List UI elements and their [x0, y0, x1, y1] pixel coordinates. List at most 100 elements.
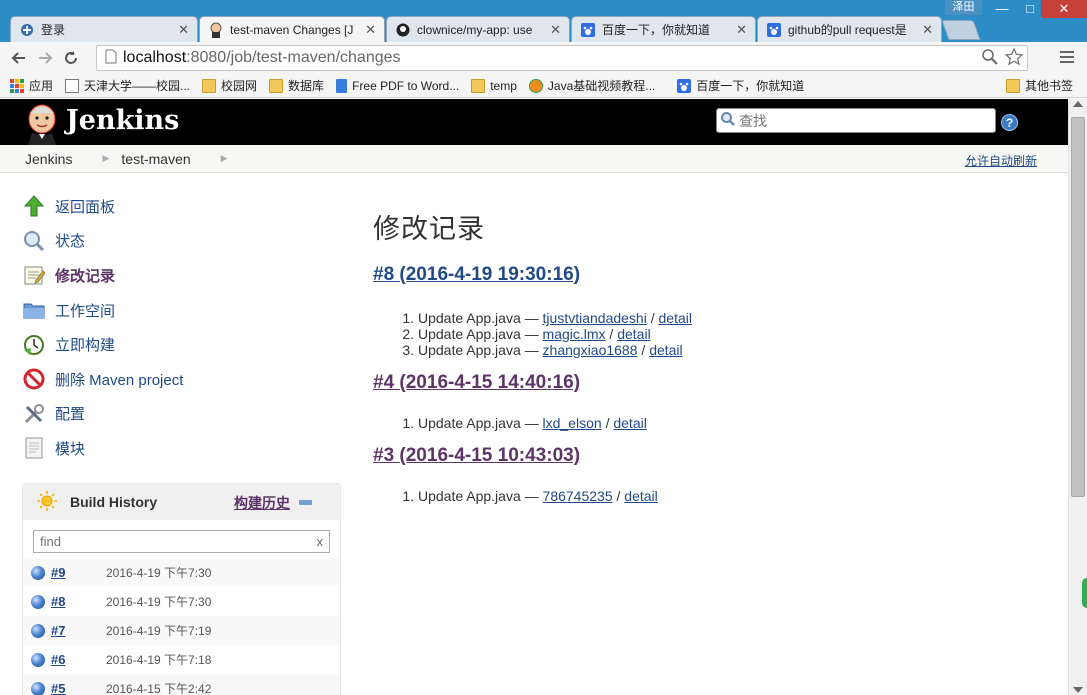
blue-ball-status-icon[interactable]: [31, 681, 45, 695]
bookmark-other[interactable]: 其他书签: [1000, 77, 1079, 94]
jenkins-title[interactable]: Jenkins: [66, 105, 179, 136]
scrollbar-thumb[interactable]: [1071, 117, 1085, 497]
change-list: Update App.java — lxd_elson / detail: [418, 415, 1053, 431]
back-arrow-icon[interactable]: [6, 45, 32, 71]
bookmark-apps[interactable]: 应用: [0, 77, 59, 94]
change-item: Update App.java — 786745235 / detail: [418, 488, 1053, 504]
reload-icon[interactable]: [58, 45, 84, 71]
bookmark-star-icon[interactable]: [1004, 47, 1024, 69]
tab-title: 百度一下，你就知道: [602, 23, 711, 37]
page-viewport: Jenkins ? Jenkins ▶ test-maven ▶ 允许自动刷新 …: [0, 99, 1068, 695]
changeset-build-link[interactable]: #8 (2016-4-19 19:30:16): [373, 264, 1053, 286]
build-date: 2016-4-19 下午7:30: [106, 566, 212, 580]
build-history-panel: Build History 构建历史 x #9 2016-4-19 下午7:30…: [22, 483, 341, 695]
task-changes[interactable]: 修改记录: [22, 258, 342, 293]
chrome-menu-icon[interactable]: [1056, 46, 1078, 68]
tab-close-icon[interactable]: ✕: [550, 22, 561, 38]
search-box[interactable]: [716, 108, 996, 133]
weather-sunny-icon: [37, 490, 57, 514]
build-filter-input[interactable]: [40, 534, 300, 549]
changeset: #3 (2016-4-15 10:43:03) Update App.java …: [373, 445, 1053, 504]
page-info-icon[interactable]: [105, 49, 117, 67]
tab-close-icon[interactable]: ✕: [365, 22, 376, 38]
window-close-button[interactable]: ✕: [1041, 0, 1087, 18]
search-input[interactable]: [739, 112, 979, 129]
bookmark-temp[interactable]: temp: [465, 78, 523, 93]
tab-close-icon[interactable]: ✕: [736, 22, 747, 38]
changeset-build-link[interactable]: #4 (2016-4-15 14:40:16): [373, 372, 1053, 394]
detail-link[interactable]: detail: [613, 415, 646, 431]
folder-icon: [1006, 78, 1020, 93]
scroll-up-arrow-icon[interactable]: [1073, 101, 1083, 107]
tab-close-icon[interactable]: ✕: [178, 22, 189, 38]
task-modules[interactable]: 模块: [22, 431, 342, 466]
new-tab-button[interactable]: [941, 20, 981, 40]
bookmark-tju[interactable]: 天津大学——校园...: [59, 77, 196, 94]
breadcrumb-jenkins[interactable]: Jenkins: [0, 151, 72, 167]
profile-badge[interactable]: 泽田: [945, 0, 982, 15]
build-date: 2016-4-15 下午2:42: [106, 682, 212, 695]
clock-build-icon: [22, 333, 46, 357]
blue-ball-status-icon[interactable]: [31, 652, 45, 667]
github-icon: [395, 22, 411, 38]
forward-arrow-icon[interactable]: [32, 45, 58, 71]
task-delete-project[interactable]: 删除 Maven project: [22, 362, 342, 397]
author-link[interactable]: lxd_elson: [543, 415, 602, 431]
task-build-now[interactable]: 立即构建: [22, 327, 342, 362]
build-trend-link[interactable]: 构建历史: [234, 493, 290, 513]
changeset-build-link[interactable]: #3 (2016-4-15 10:43:03): [373, 445, 1053, 467]
tab-test-maven-changes[interactable]: test-maven Changes [J ✕: [199, 16, 385, 43]
task-workspace[interactable]: 工作空间: [22, 293, 342, 328]
tab-login[interactable]: 登录 ✕: [10, 16, 198, 42]
build-link[interactable]: #8: [51, 594, 106, 609]
author-link[interactable]: tjustvtiandadeshi: [543, 310, 647, 326]
bookmark-database[interactable]: 数据库: [263, 77, 330, 94]
jenkins-butler-icon[interactable]: [24, 103, 64, 145]
bookmark-java-video[interactable]: Java基础视频教程...: [523, 77, 661, 94]
breadcrumb-separator-icon[interactable]: ▶: [102, 153, 109, 164]
build-link[interactable]: #9: [51, 565, 106, 580]
detail-link[interactable]: detail: [649, 342, 682, 358]
build-link[interactable]: #5: [51, 681, 106, 695]
breadcrumb-test-maven[interactable]: test-maven: [109, 151, 190, 167]
changeset: #8 (2016-4-19 19:30:16) Update App.java …: [373, 264, 1053, 358]
detail-link[interactable]: detail: [624, 488, 657, 504]
docs-icon: [336, 78, 348, 93]
tab-baidu[interactable]: 百度一下，你就知道 ✕: [571, 16, 756, 42]
scroll-down-arrow-icon[interactable]: [1073, 687, 1083, 693]
build-link[interactable]: #6: [51, 652, 106, 667]
author-link[interactable]: magic.lmx: [543, 326, 606, 342]
blue-ball-status-icon[interactable]: [31, 623, 45, 638]
enable-autorefresh-link[interactable]: 允许自动刷新: [965, 152, 1037, 169]
build-history-header: Build History 构建历史: [23, 484, 340, 520]
detail-link[interactable]: detail: [659, 310, 692, 326]
bookmark-pdf-to-word[interactable]: Free PDF to Word...: [330, 78, 465, 93]
author-link[interactable]: 786745235: [543, 488, 613, 504]
bookmark-campus-net[interactable]: 校园网: [196, 77, 263, 94]
baidu-paw-icon: [580, 22, 596, 38]
blue-ball-status-icon[interactable]: [31, 565, 45, 580]
breadcrumb-separator-icon[interactable]: ▶: [221, 153, 228, 164]
task-status[interactable]: 状态: [22, 224, 342, 259]
build-link[interactable]: #7: [51, 623, 106, 638]
help-icon[interactable]: ?: [1001, 114, 1018, 131]
blue-ball-status-icon[interactable]: [31, 594, 45, 609]
build-filter-box[interactable]: x: [33, 530, 330, 553]
tab-close-icon[interactable]: ✕: [922, 22, 933, 38]
side-widget-tab[interactable]: [1082, 578, 1087, 608]
build-date: 2016-4-19 下午7:18: [106, 653, 212, 667]
detail-link[interactable]: detail: [617, 326, 650, 342]
tab-baidu-search[interactable]: github的pull request是 ✕: [757, 16, 942, 42]
author-link[interactable]: zhangxiao1688: [543, 342, 638, 358]
zoom-icon[interactable]: [981, 48, 999, 69]
folder-icon: [471, 78, 486, 93]
address-bar[interactable]: localhost:8080/job/test-maven/changes: [96, 45, 1028, 71]
collapse-icon[interactable]: [299, 500, 312, 505]
clear-filter-icon[interactable]: x: [317, 534, 324, 549]
task-back-to-dashboard[interactable]: 返回面板: [22, 189, 342, 224]
tab-github-repo[interactable]: clownice/my-app: use ✕: [386, 16, 570, 42]
task-configure[interactable]: 配置: [22, 397, 342, 432]
baidu-paw-icon: [766, 22, 782, 38]
bookmark-baidu[interactable]: 百度一下，你就知道: [671, 77, 810, 94]
change-list: Update App.java — tjustvtiandadeshi / de…: [418, 310, 1053, 358]
